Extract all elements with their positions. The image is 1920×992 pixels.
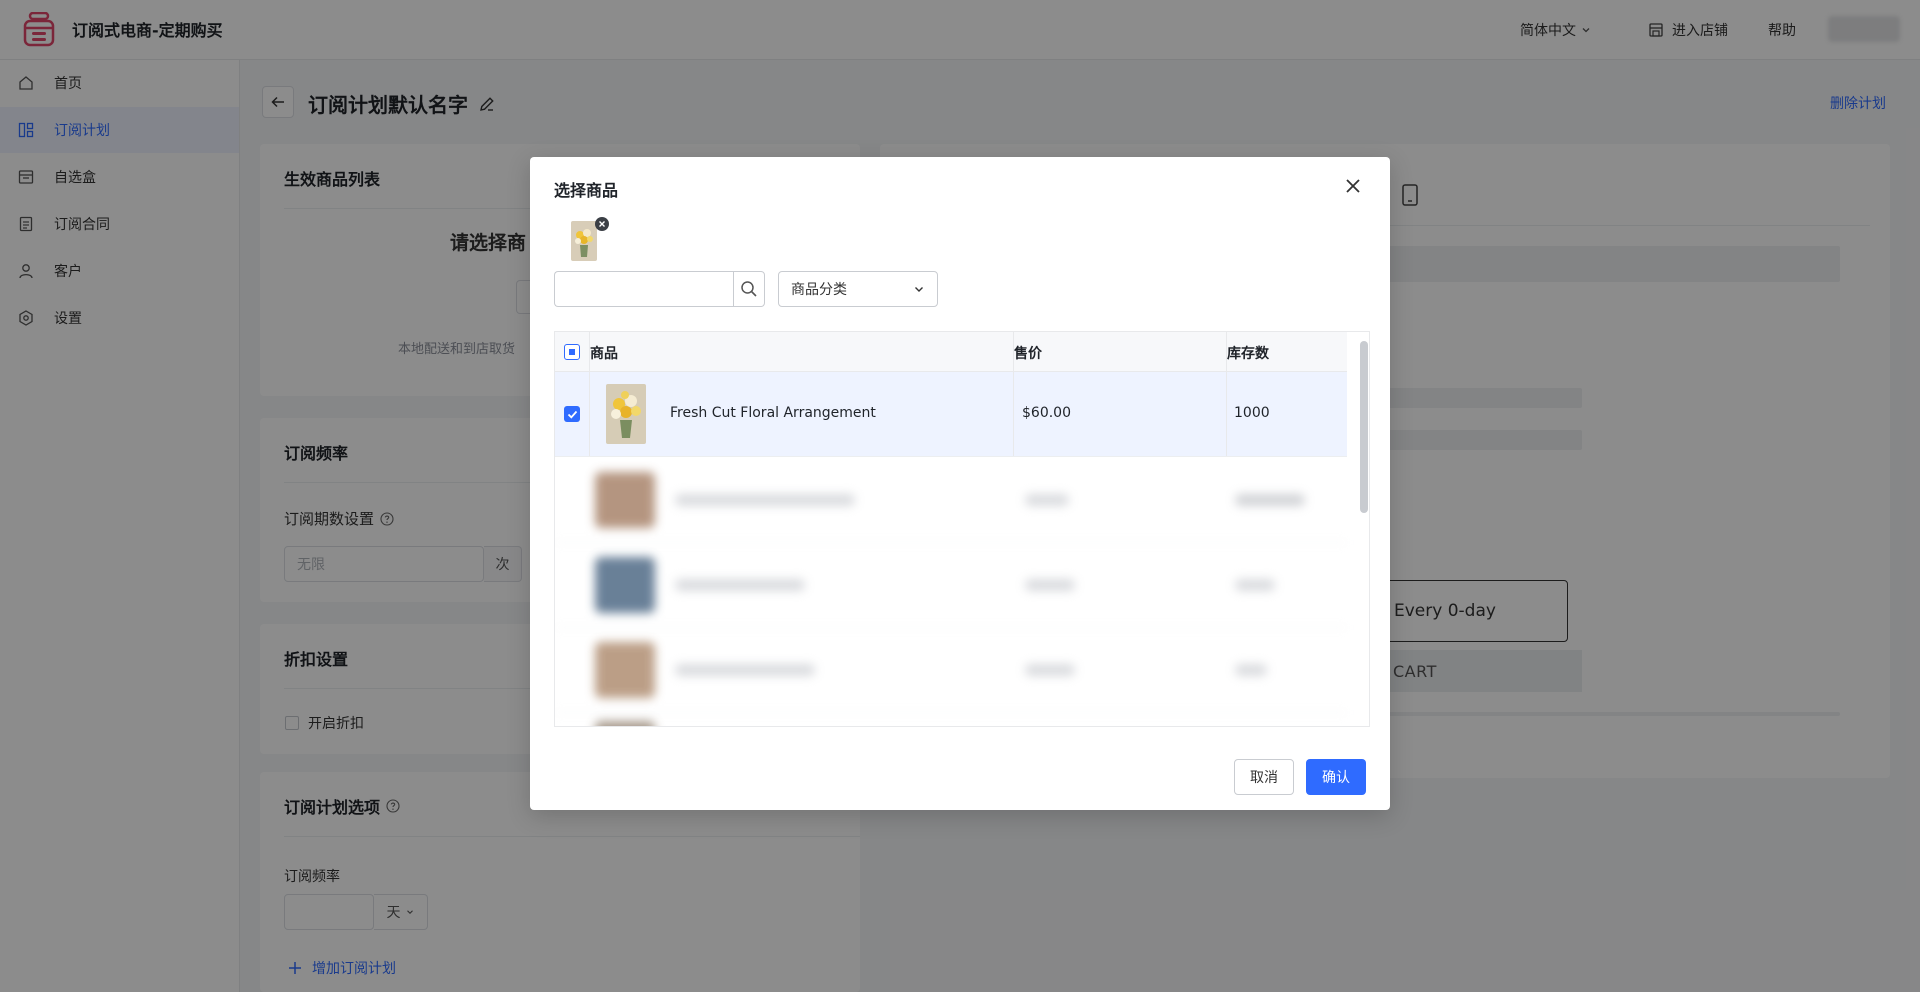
blurred-text: [675, 494, 855, 506]
column-header-price: 售价: [1014, 346, 1042, 362]
product-category-select[interactable]: 商品分类: [778, 271, 938, 307]
select-all-checkbox[interactable]: [564, 344, 580, 360]
blurred-text: [675, 579, 805, 591]
close-icon: [599, 221, 605, 227]
blurred-text: [1235, 579, 1275, 591]
table-row[interactable]: [555, 543, 1347, 628]
search-button[interactable]: [733, 271, 765, 307]
blurred-text: [675, 664, 815, 676]
column-divider: [1226, 372, 1227, 456]
category-placeholder: 商品分类: [791, 282, 847, 298]
column-divider: [1013, 372, 1014, 456]
blurred-text: [1235, 664, 1267, 676]
search-icon: [741, 281, 757, 297]
table-row[interactable]: [555, 713, 1347, 726]
product-name: Fresh Cut Floral Arrangement: [670, 405, 876, 421]
product-search-input[interactable]: [554, 271, 734, 307]
blurred-text: [1235, 494, 1305, 506]
confirm-button[interactable]: 确认: [1306, 759, 1366, 795]
flower-bouquet-image: [571, 221, 597, 261]
scrollbar-thumb[interactable]: [1360, 341, 1368, 513]
column-divider: [589, 372, 590, 456]
blurred-text: [1025, 579, 1075, 591]
product-price: $60.00: [1022, 405, 1071, 421]
table-header: 商品 售价 库存数: [555, 332, 1347, 372]
table-row[interactable]: Fresh Cut Floral Arrangement $60.00 1000: [555, 372, 1347, 457]
products-table: 商品 售价 库存数 Fresh Cut Floral Arrangement $…: [554, 331, 1370, 727]
blurred-text: [1025, 494, 1069, 506]
blurred-thumbnail: [595, 557, 655, 613]
product-stock: 1000: [1234, 405, 1270, 421]
column-header-product: 商品: [590, 346, 618, 362]
close-icon: [1346, 179, 1360, 193]
checkmark-icon: [567, 410, 577, 419]
cancel-button[interactable]: 取消: [1234, 759, 1294, 795]
table-row[interactable]: [555, 628, 1347, 713]
chevron-down-icon: [915, 287, 923, 292]
selected-product-thumbnail: [571, 221, 597, 261]
blurred-thumbnail: [595, 642, 655, 698]
product-thumbnail: [606, 384, 646, 444]
select-products-modal: 选择商品 商品分类 商品 售价 库存数 Fresh Cut Floral Arr…: [530, 157, 1390, 810]
modal-title: 选择商品: [554, 181, 619, 200]
blurred-thumbnail: [595, 472, 655, 528]
close-button[interactable]: [1342, 175, 1364, 197]
blurred-text: [1025, 664, 1075, 676]
flower-bouquet-image: [606, 384, 646, 444]
remove-selected-product-button[interactable]: [595, 217, 609, 231]
table-row[interactable]: [555, 458, 1347, 543]
table-scrollbar[interactable]: [1360, 333, 1368, 725]
blurred-thumbnail: [595, 721, 655, 726]
row-checkbox[interactable]: [564, 406, 580, 422]
column-header-stock: 库存数: [1227, 346, 1269, 362]
